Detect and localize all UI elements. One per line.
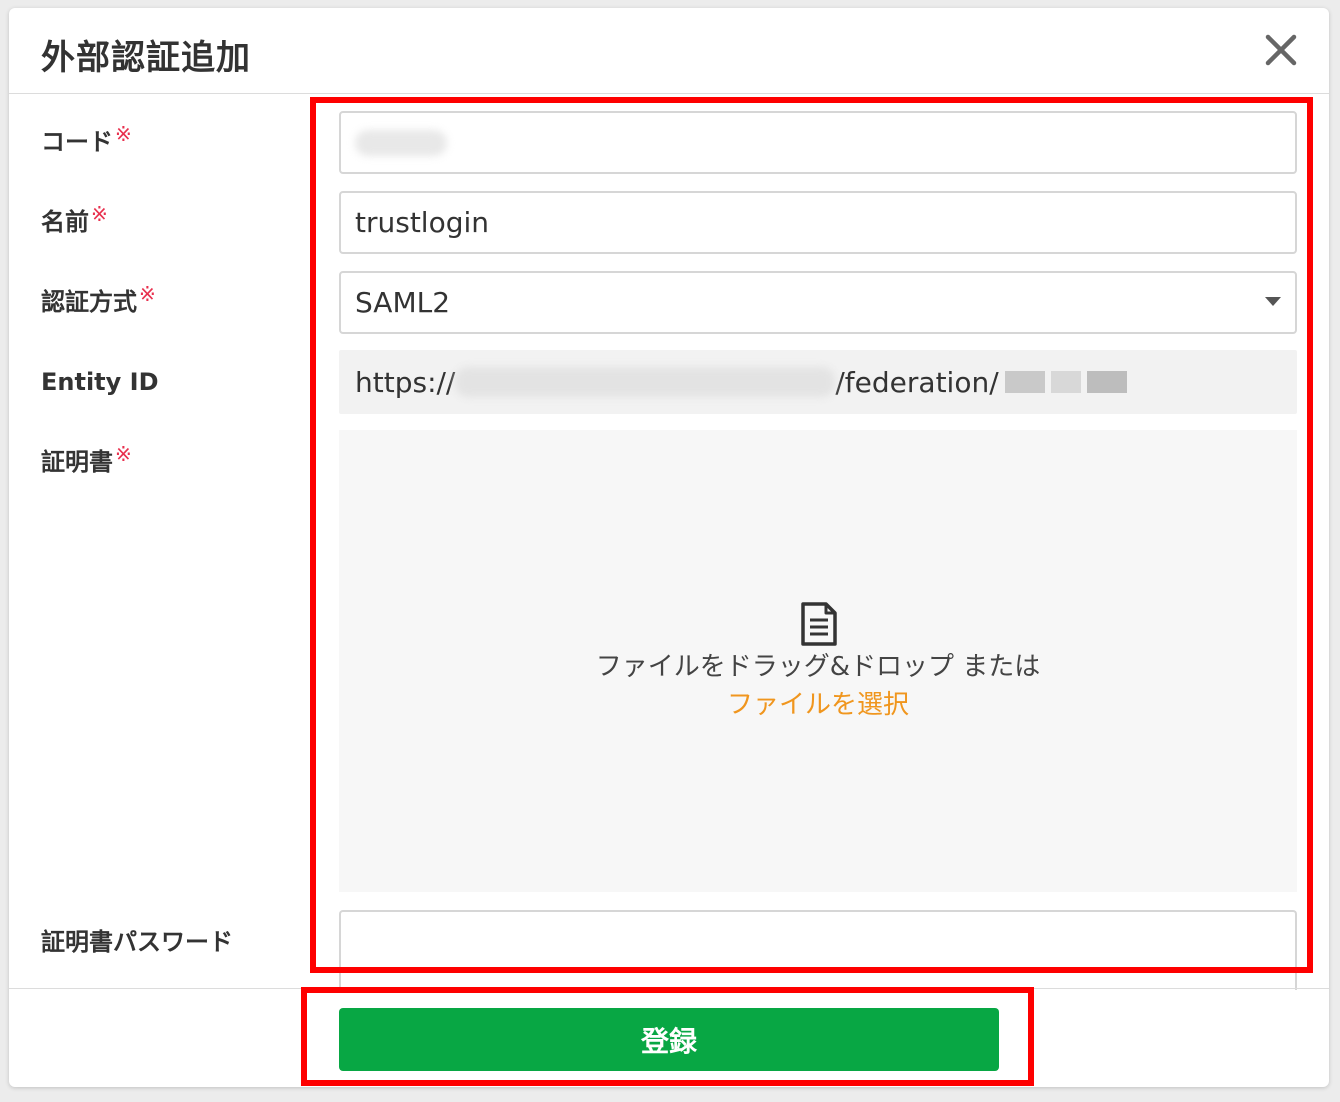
register-button[interactable]: 登録 xyxy=(339,1008,999,1071)
chevron-down-icon xyxy=(1265,297,1281,306)
entity-id-value: https:// /federation/ xyxy=(339,350,1297,414)
code-value-redacted xyxy=(355,129,447,156)
certificate-label: 証明書 ※ xyxy=(41,442,132,477)
dialog-title: 外部認証追加 xyxy=(41,38,251,78)
certificate-password-input[interactable] xyxy=(339,910,1297,990)
dropzone-text: ファイルをドラッグ&ドロップ または xyxy=(595,652,1041,682)
external-auth-dialog: 外部認証追加 コード ※ 名前 ※ 認証方式 ※ Entity ID 証明書 ※ 証明書… xyxy=(9,8,1329,1087)
certificate-dropzone[interactable]: ファイルをドラッグ&ドロップ または ファイルを選択 xyxy=(339,430,1297,892)
entity-id-prefix: https:// xyxy=(355,365,456,399)
name-input[interactable]: trustlogin xyxy=(339,191,1297,254)
entity-id-id-redacted xyxy=(1086,371,1127,393)
entity-id-host-redacted xyxy=(455,367,836,397)
entity-id-label: Entity ID xyxy=(41,368,159,396)
auth-method-value: SAML2 xyxy=(355,286,451,319)
certificate-password-label: 証明書パスワード xyxy=(41,928,233,956)
document-icon xyxy=(801,602,837,646)
entity-id-id-redacted xyxy=(1050,371,1081,393)
code-input[interactable] xyxy=(339,111,1297,174)
auth-method-select[interactable]: SAML2 xyxy=(339,271,1297,334)
auth-method-label-text: 認証方式 xyxy=(41,288,137,316)
required-mark: ※ xyxy=(115,442,132,466)
name-label-text: 名前 xyxy=(41,208,89,236)
code-label-text: コード xyxy=(41,128,113,156)
name-value: trustlogin xyxy=(355,206,490,239)
name-label: 名前 ※ xyxy=(41,202,108,237)
required-mark: ※ xyxy=(139,282,156,306)
entity-id-id-redacted xyxy=(1004,371,1045,393)
required-mark: ※ xyxy=(91,202,108,226)
entity-id-suffix: /federation/ xyxy=(835,365,999,399)
certificate-label-text: 証明書 xyxy=(41,448,113,476)
close-button[interactable] xyxy=(1261,30,1301,70)
footer-divider xyxy=(9,988,1329,989)
select-file-link[interactable]: ファイルを選択 xyxy=(339,684,1297,721)
auth-method-label: 認証方式 ※ xyxy=(41,282,156,317)
required-mark: ※ xyxy=(115,122,132,146)
close-icon xyxy=(1265,34,1297,66)
dialog-header: 外部認証追加 xyxy=(9,8,1329,94)
code-label: コード ※ xyxy=(41,122,132,157)
